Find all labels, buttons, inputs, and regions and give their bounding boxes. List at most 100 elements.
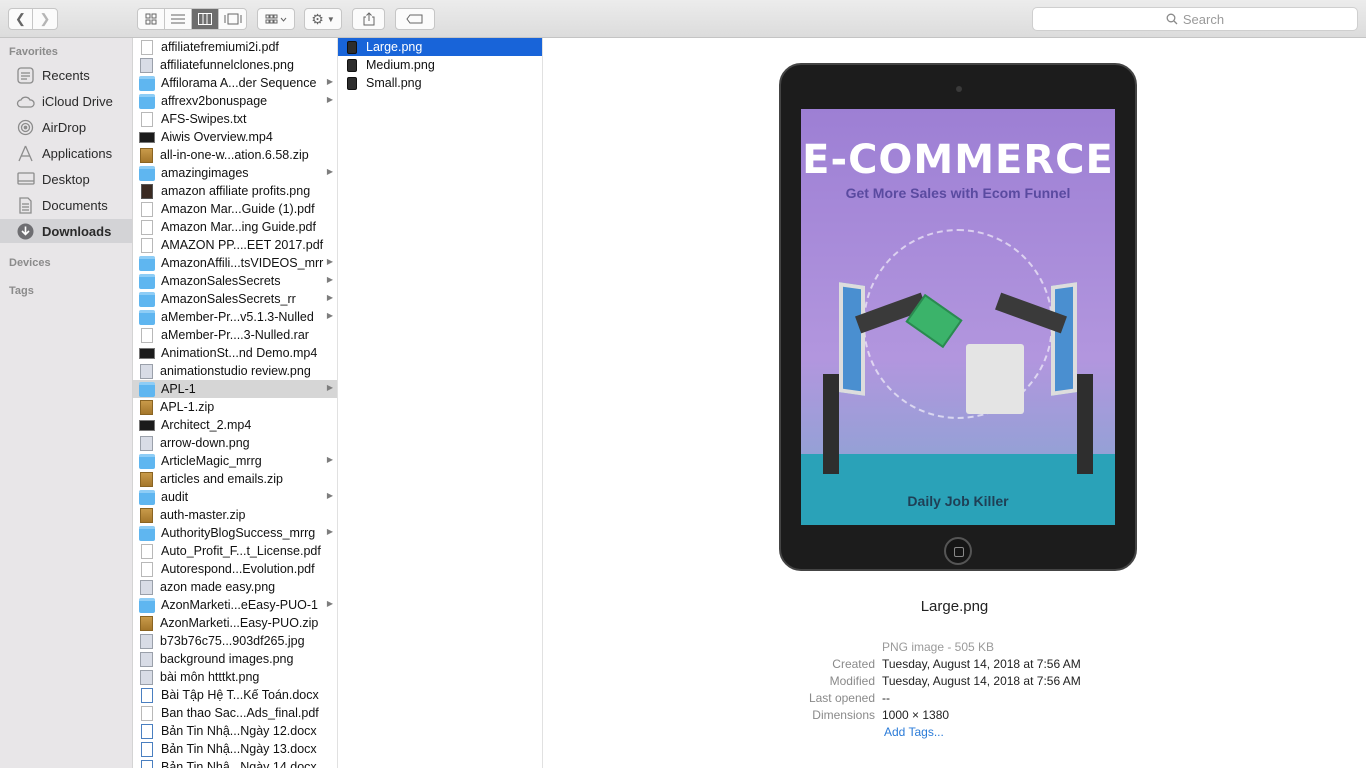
sidebar-item-recents[interactable]: Recents	[0, 63, 132, 87]
screen-footer: Daily Job Killer	[907, 493, 1009, 509]
file-row[interactable]: background images.png	[133, 650, 337, 668]
folder-row[interactable]: APL-1 ▶	[133, 380, 337, 398]
file-name: Large.png	[366, 40, 423, 54]
file-name: articles and emails.zip	[160, 472, 283, 486]
file-name: Ban thao Sac...Ads_final.pdf	[161, 706, 319, 720]
applications-icon	[16, 144, 35, 163]
list-view-button[interactable]	[165, 9, 192, 29]
file-row[interactable]: Bản Tin Nhậ...Ngày 13.docx	[133, 740, 337, 758]
sidebar-item-airdrop[interactable]: AirDrop	[0, 115, 132, 139]
file-row[interactable]: affiliatefremiumi2i.pdf	[133, 38, 337, 56]
folder-row[interactable]: ArticleMagic_mrrg ▶	[133, 452, 337, 470]
search-field[interactable]: Search	[1032, 7, 1358, 31]
file-name: AMAZON PP....EET 2017.pdf	[161, 238, 324, 252]
file-name: background images.png	[160, 652, 294, 666]
gear-icon: ⚙	[311, 10, 324, 27]
sidebar-item-icloud-drive[interactable]: iCloud Drive	[0, 89, 132, 113]
file-row[interactable]: Bài Tập Hệ T...Kế Toán.docx	[133, 686, 337, 704]
file-row[interactable]: Autorespond...Evolution.pdf	[133, 560, 337, 578]
forward-button[interactable]: ❯	[32, 8, 58, 30]
file-row[interactable]: Amazon Mar...ing Guide.pdf	[133, 218, 337, 236]
icon-view-button[interactable]	[138, 9, 165, 29]
file-row[interactable]: Auto_Profit_F...t_License.pdf	[133, 542, 337, 560]
file-row[interactable]: AnimationSt...nd Demo.mp4	[133, 344, 337, 362]
dark-file-icon	[141, 183, 153, 199]
file-row[interactable]: AzonMarketi...Easy-PUO.zip	[133, 614, 337, 632]
doc-file-icon	[141, 201, 153, 217]
file-name: audit	[161, 490, 189, 504]
file-row[interactable]: animationstudio review.png	[133, 362, 337, 380]
folder-icon	[139, 93, 155, 109]
arrange-button[interactable]	[257, 8, 295, 30]
column-view-button[interactable]	[192, 9, 219, 29]
folder-row[interactable]: Affilorama A...der Sequence ▶	[133, 74, 337, 92]
file-name: AzonMarketi...eEasy-PUO-1	[161, 598, 318, 612]
file-name: amazingimages	[161, 166, 249, 180]
file-row[interactable]: aMember-Pr....3-Nulled.rar	[133, 326, 337, 344]
share-button[interactable]	[352, 8, 385, 30]
file-row[interactable]: Aiwis Overview.mp4	[133, 128, 337, 146]
file-name: Medium.png	[366, 58, 435, 72]
sidebar-item-label: Documents	[42, 197, 108, 213]
file-row[interactable]: Large.png	[338, 38, 542, 56]
file-row[interactable]: b73b76c75...903df265.jpg	[133, 632, 337, 650]
image-preview[interactable]: E-COMMERCE Get More Sales with Ecom Funn…	[779, 63, 1137, 571]
folder-row[interactable]: audit ▶	[133, 488, 337, 506]
doc-file-icon	[141, 219, 153, 235]
file-row[interactable]: Bản Tin Nhậ...Ngày 12.docx	[133, 722, 337, 740]
file-row[interactable]: Ban thao Sac...Ads_final.pdf	[133, 704, 337, 722]
gallery-view-button[interactable]	[219, 9, 246, 29]
desktop-icon	[16, 170, 35, 189]
file-name: b73b76c75...903df265.jpg	[160, 634, 305, 648]
file-kind: PNG image - 505 KB	[882, 640, 995, 654]
folder-row[interactable]: AmazonSalesSecrets_rr ▶	[133, 290, 337, 308]
file-name: affrexv2bonuspage	[161, 94, 268, 108]
file-row[interactable]: Amazon Mar...Guide (1).pdf	[133, 200, 337, 218]
file-row[interactable]: amazon affiliate profits.png	[133, 182, 337, 200]
file-name: bài môn htttkt.png	[160, 670, 260, 684]
folder-row[interactable]: AzonMarketi...eEasy-PUO-1 ▶	[133, 596, 337, 614]
folder-row[interactable]: AmazonSalesSecrets ▶	[133, 272, 337, 290]
action-button[interactable]: ⚙ ▼	[304, 8, 342, 30]
folder-row[interactable]: affrexv2bonuspage ▶	[133, 92, 337, 110]
folder-row[interactable]: AmazonAffili...tsVIDEOS_mrr ▶	[133, 254, 337, 272]
folder-row[interactable]: amazingimages ▶	[133, 164, 337, 182]
file-row[interactable]: bài môn htttkt.png	[133, 668, 337, 686]
file-row[interactable]: articles and emails.zip	[133, 470, 337, 488]
apl-1-column: Large.png Medium.png Small.png	[338, 38, 543, 768]
file-row[interactable]: AMAZON PP....EET 2017.pdf	[133, 236, 337, 254]
sidebar-item-documents[interactable]: Documents	[0, 193, 132, 217]
file-row[interactable]: Architect_2.mp4	[133, 416, 337, 434]
file-row[interactable]: all-in-one-w...ation.6.58.zip	[133, 146, 337, 164]
file-row[interactable]: Small.png	[338, 74, 542, 92]
file-row[interactable]: azon made easy.png	[133, 578, 337, 596]
sidebar-item-applications[interactable]: Applications	[0, 141, 132, 165]
modified-label: Modified	[829, 674, 875, 688]
file-name: aMember-Pr...v5.1.3-Nulled	[161, 310, 314, 324]
file-row[interactable]: affiliatefunnelclones.png	[133, 56, 337, 74]
img-file-icon	[140, 435, 153, 451]
vid-file-icon	[139, 419, 155, 431]
sidebar-item-label: iCloud Drive	[42, 93, 113, 109]
file-row[interactable]: AFS-Swipes.txt	[133, 110, 337, 128]
sidebar-item-desktop[interactable]: Desktop	[0, 167, 132, 191]
vid-file-icon	[139, 347, 155, 359]
file-row[interactable]: Bản Tin Nhậ...Ngày 14.docx	[133, 758, 337, 768]
downloads-icon	[16, 222, 35, 241]
grid-icon	[145, 13, 157, 25]
file-row[interactable]: arrow-down.png	[133, 434, 337, 452]
share-icon	[363, 12, 374, 26]
file-row[interactable]: auth-master.zip	[133, 506, 337, 524]
folder-row[interactable]: aMember-Pr...v5.1.3-Nulled ▶	[133, 308, 337, 326]
file-row[interactable]: APL-1.zip	[133, 398, 337, 416]
right-monitor-graphic	[1051, 282, 1077, 396]
sidebar-item-downloads[interactable]: Downloads	[0, 219, 132, 243]
file-name: AmazonAffili...tsVIDEOS_mrr	[161, 256, 324, 270]
back-button[interactable]: ❮	[8, 8, 33, 30]
disclosure-arrow-icon: ▶	[326, 311, 333, 320]
file-row[interactable]: Medium.png	[338, 56, 542, 74]
add-tags-link[interactable]: Add Tags...	[884, 725, 944, 739]
tag-button[interactable]	[395, 8, 435, 30]
vid-file-icon	[139, 131, 155, 143]
folder-row[interactable]: AuthorityBlogSuccess_mrrg ▶	[133, 524, 337, 542]
